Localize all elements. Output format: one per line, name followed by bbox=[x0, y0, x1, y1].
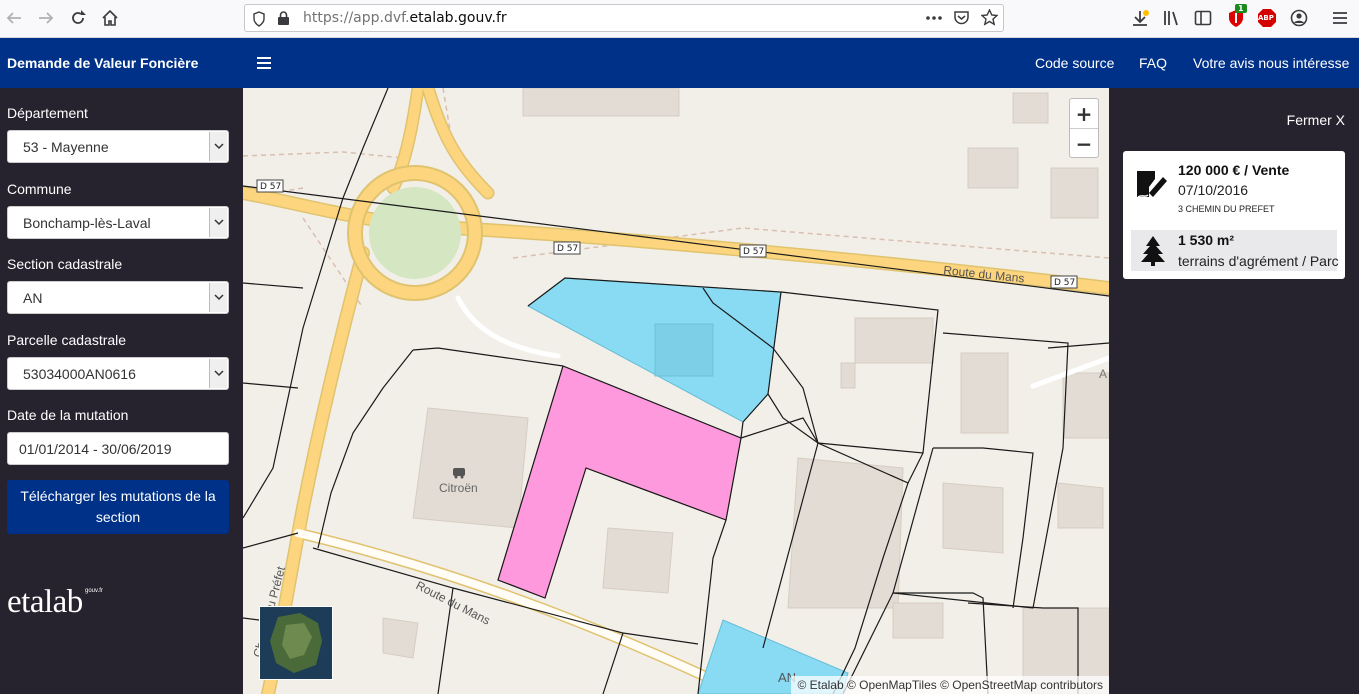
sale-address: 3 CHEMIN DU PREFET bbox=[1178, 204, 1275, 214]
sale-date: 07/10/2016 bbox=[1178, 182, 1249, 198]
section-select[interactable]: AN bbox=[7, 281, 229, 314]
library-icon[interactable] bbox=[1157, 4, 1185, 32]
departement-value: 53 - Mayenne bbox=[23, 139, 109, 155]
section-label: Section cadastrale bbox=[7, 256, 123, 272]
parcelle-select[interactable]: 53034000AN0616 bbox=[7, 357, 229, 390]
app-title[interactable]: Demande de Valeur Foncière bbox=[0, 38, 243, 88]
road-shield-d57: D 57 bbox=[1050, 275, 1078, 289]
commune-label: Commune bbox=[7, 181, 72, 197]
commune-select[interactable]: Bonchamp-lès-Laval bbox=[7, 206, 229, 239]
map-canvas[interactable]: D 57 D 57 D 57 D 57 Route du Mans Route … bbox=[243, 88, 1109, 694]
svg-text:D 57: D 57 bbox=[743, 247, 764, 257]
signed-deed-icon bbox=[1135, 169, 1169, 205]
map-attribution[interactable]: © Etalab © OpenMapTiles © OpenStreetMap … bbox=[791, 676, 1109, 694]
sidebar-icon[interactable] bbox=[1189, 4, 1217, 32]
lock-icon[interactable] bbox=[277, 11, 290, 30]
zoom-out-button[interactable]: − bbox=[1070, 129, 1098, 158]
map-edge-label: A bbox=[1099, 367, 1107, 381]
satellite-layer-toggle[interactable] bbox=[259, 606, 333, 680]
poi-label: Citroën bbox=[439, 481, 478, 495]
date-range-value: 01/01/2014 - 30/06/2019 bbox=[19, 441, 172, 457]
close-panel-button[interactable]: Fermer X bbox=[1287, 112, 1345, 128]
forward-arrow-icon[interactable] bbox=[32, 4, 60, 32]
account-icon[interactable] bbox=[1285, 4, 1313, 32]
date-label: Date de la mutation bbox=[7, 407, 129, 423]
mutation-card[interactable]: 120 000 € / Vente 07/10/2016 3 CHEMIN DU… bbox=[1123, 151, 1345, 279]
land-nature: terrains d'agrément / Parc bbox=[1178, 253, 1339, 269]
hamburger-menu-icon[interactable] bbox=[257, 55, 271, 69]
sale-price: 120 000 € / Vente bbox=[1178, 162, 1290, 178]
url-domain: etalab.gouv.fr bbox=[409, 10, 507, 26]
chevron-down-icon[interactable] bbox=[209, 208, 227, 237]
section-value: AN bbox=[23, 290, 43, 306]
home-icon[interactable] bbox=[96, 4, 124, 32]
extension-badge: 1 bbox=[1235, 4, 1247, 13]
departement-label: Département bbox=[7, 105, 88, 121]
parcelle-value: 53034000AN0616 bbox=[23, 366, 136, 382]
tree-icon bbox=[1141, 236, 1165, 270]
adblock-label: ABP bbox=[1258, 14, 1274, 22]
menu-icon[interactable] bbox=[1326, 4, 1354, 32]
etalab-logo-suffix: gouv.fr bbox=[85, 588, 103, 594]
road-shield-d57: D 57 bbox=[739, 244, 767, 258]
departement-select[interactable]: 53 - Mayenne bbox=[7, 130, 229, 163]
back-arrow-icon[interactable] bbox=[0, 4, 28, 32]
commune-value: Bonchamp-lès-Laval bbox=[23, 215, 151, 231]
browser-toolbar: https://app.dvf.etalab.gouv.fr 1 ABP bbox=[0, 0, 1359, 38]
address-bar[interactable]: https://app.dvf.etalab.gouv.fr bbox=[244, 4, 1004, 32]
road-shield-d57: D 57 bbox=[553, 241, 581, 255]
chevron-down-icon[interactable] bbox=[209, 359, 227, 388]
svg-text:D 57: D 57 bbox=[557, 244, 578, 254]
zoom-control: + − bbox=[1069, 98, 1099, 158]
filter-sidebar: Demande de Valeur Foncière Département 5… bbox=[0, 38, 243, 694]
url-text[interactable]: https://app.dvf.etalab.gouv.fr bbox=[303, 10, 507, 26]
top-navbar: Code source FAQ Votre avis nous intéress… bbox=[243, 38, 1359, 88]
nav-link-code-source[interactable]: Code source bbox=[1035, 55, 1114, 71]
land-row: 1 530 m² terrains d'agrément / Parc bbox=[1131, 230, 1339, 271]
url-prefix: https://app.dvf. bbox=[303, 10, 410, 26]
reload-icon[interactable] bbox=[64, 4, 92, 32]
land-area: 1 530 m² bbox=[1178, 232, 1235, 248]
more-dots-icon[interactable] bbox=[925, 10, 943, 30]
adblock-icon[interactable]: ABP bbox=[1253, 4, 1281, 32]
pocket-icon[interactable] bbox=[953, 10, 970, 30]
nav-link-faq[interactable]: FAQ bbox=[1139, 55, 1167, 71]
download-icon[interactable] bbox=[1126, 4, 1154, 32]
date-range-input[interactable]: 01/01/2014 - 30/06/2019 bbox=[7, 432, 229, 465]
svg-text:D 57: D 57 bbox=[260, 182, 281, 192]
download-mutations-button[interactable]: Télécharger les mutations de la section bbox=[7, 480, 229, 534]
parcelle-label: Parcelle cadastrale bbox=[7, 332, 127, 348]
road-shield-d57: D 57 bbox=[256, 179, 284, 193]
etalab-logo[interactable]: etalab bbox=[7, 584, 83, 621]
ublock-shield-icon[interactable]: 1 bbox=[1222, 4, 1250, 32]
svg-text:D 57: D 57 bbox=[1054, 278, 1075, 288]
nav-link-feedback[interactable]: Votre avis nous intéresse bbox=[1193, 55, 1349, 71]
shield-icon[interactable] bbox=[252, 11, 266, 31]
bookmark-star-icon[interactable] bbox=[980, 8, 999, 30]
chevron-down-icon[interactable] bbox=[209, 132, 227, 161]
zoom-in-button[interactable]: + bbox=[1070, 99, 1098, 128]
cadastral-map[interactable]: D 57 D 57 D 57 D 57 Route du Mans Route … bbox=[243, 88, 1109, 694]
chevron-down-icon[interactable] bbox=[209, 283, 227, 312]
parcel-detail-panel: Fermer X 120 000 € / Vente 07/10/2016 3 … bbox=[1109, 88, 1359, 694]
